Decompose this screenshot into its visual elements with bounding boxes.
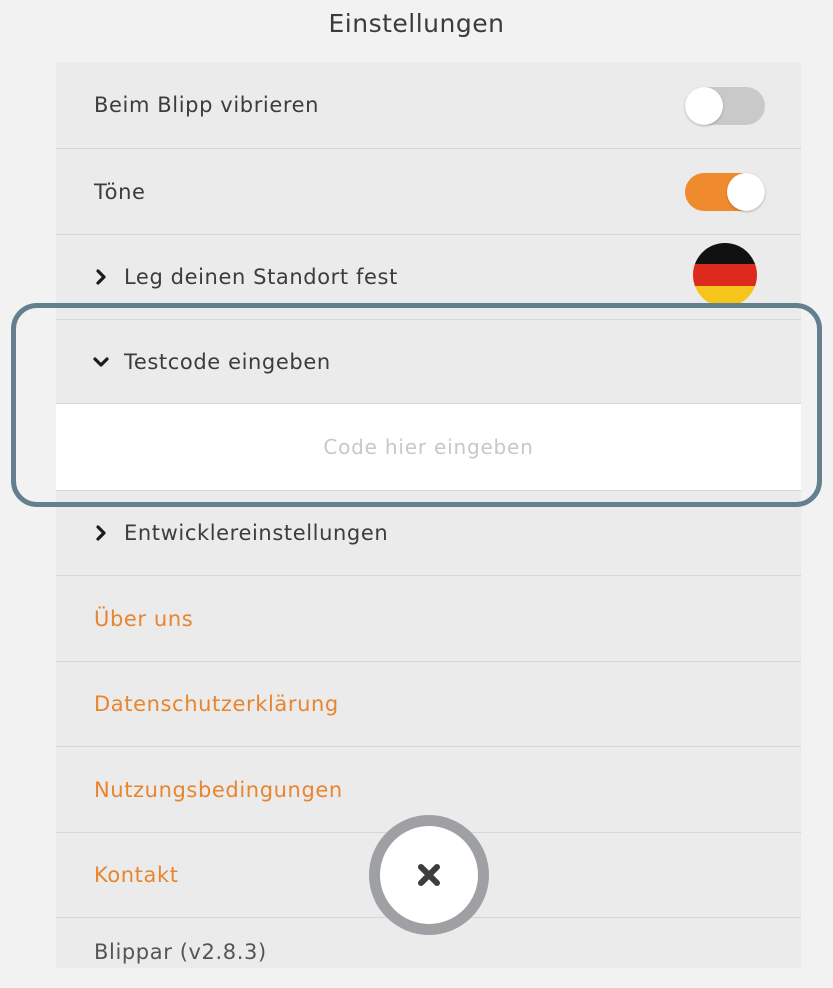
testcode-input[interactable] <box>176 434 681 460</box>
close-button[interactable] <box>369 815 489 935</box>
link-terms[interactable]: Nutzungsbedingungen <box>94 778 343 802</box>
chevron-down-icon <box>93 356 109 367</box>
sounds-toggle[interactable] <box>685 173 765 211</box>
setting-vibrate-row: Beim Blipp vibrieren <box>56 62 801 149</box>
chevron-right-icon <box>96 525 106 541</box>
setting-developer-label: Entwicklereinstellungen <box>124 521 389 545</box>
setting-developer-row[interactable]: Entwicklereinstellungen <box>56 490 801 576</box>
close-icon <box>418 864 440 886</box>
setting-testcode-label: Testcode eingeben <box>124 349 331 374</box>
version-label: Blippar (v2.8.3) <box>94 940 267 964</box>
testcode-input-row <box>56 404 801 490</box>
setting-vibrate-label: Beim Blipp vibrieren <box>94 93 320 117</box>
link-about[interactable]: Über uns <box>94 607 193 631</box>
chevron-right-icon <box>96 269 106 285</box>
link-contact[interactable]: Kontakt <box>94 863 179 887</box>
germany-flag-icon[interactable] <box>693 243 757 307</box>
link-about-row[interactable]: Über uns <box>56 576 801 662</box>
link-privacy-row[interactable]: Datenschutzerklärung <box>56 662 801 747</box>
setting-sounds-row: Töne <box>56 149 801 235</box>
setting-location-label: Leg deinen Standort fest <box>124 265 398 289</box>
page-title: Einstellungen <box>328 9 505 38</box>
toggle-knob <box>685 87 723 125</box>
setting-sounds-label: Töne <box>94 179 146 204</box>
setting-location-row[interactable]: Leg deinen Standort fest <box>56 235 801 320</box>
vibrate-toggle[interactable] <box>685 87 765 125</box>
setting-testcode-row[interactable]: Testcode eingeben <box>56 320 801 404</box>
toggle-knob <box>727 173 765 211</box>
link-privacy[interactable]: Datenschutzerklärung <box>94 692 339 716</box>
